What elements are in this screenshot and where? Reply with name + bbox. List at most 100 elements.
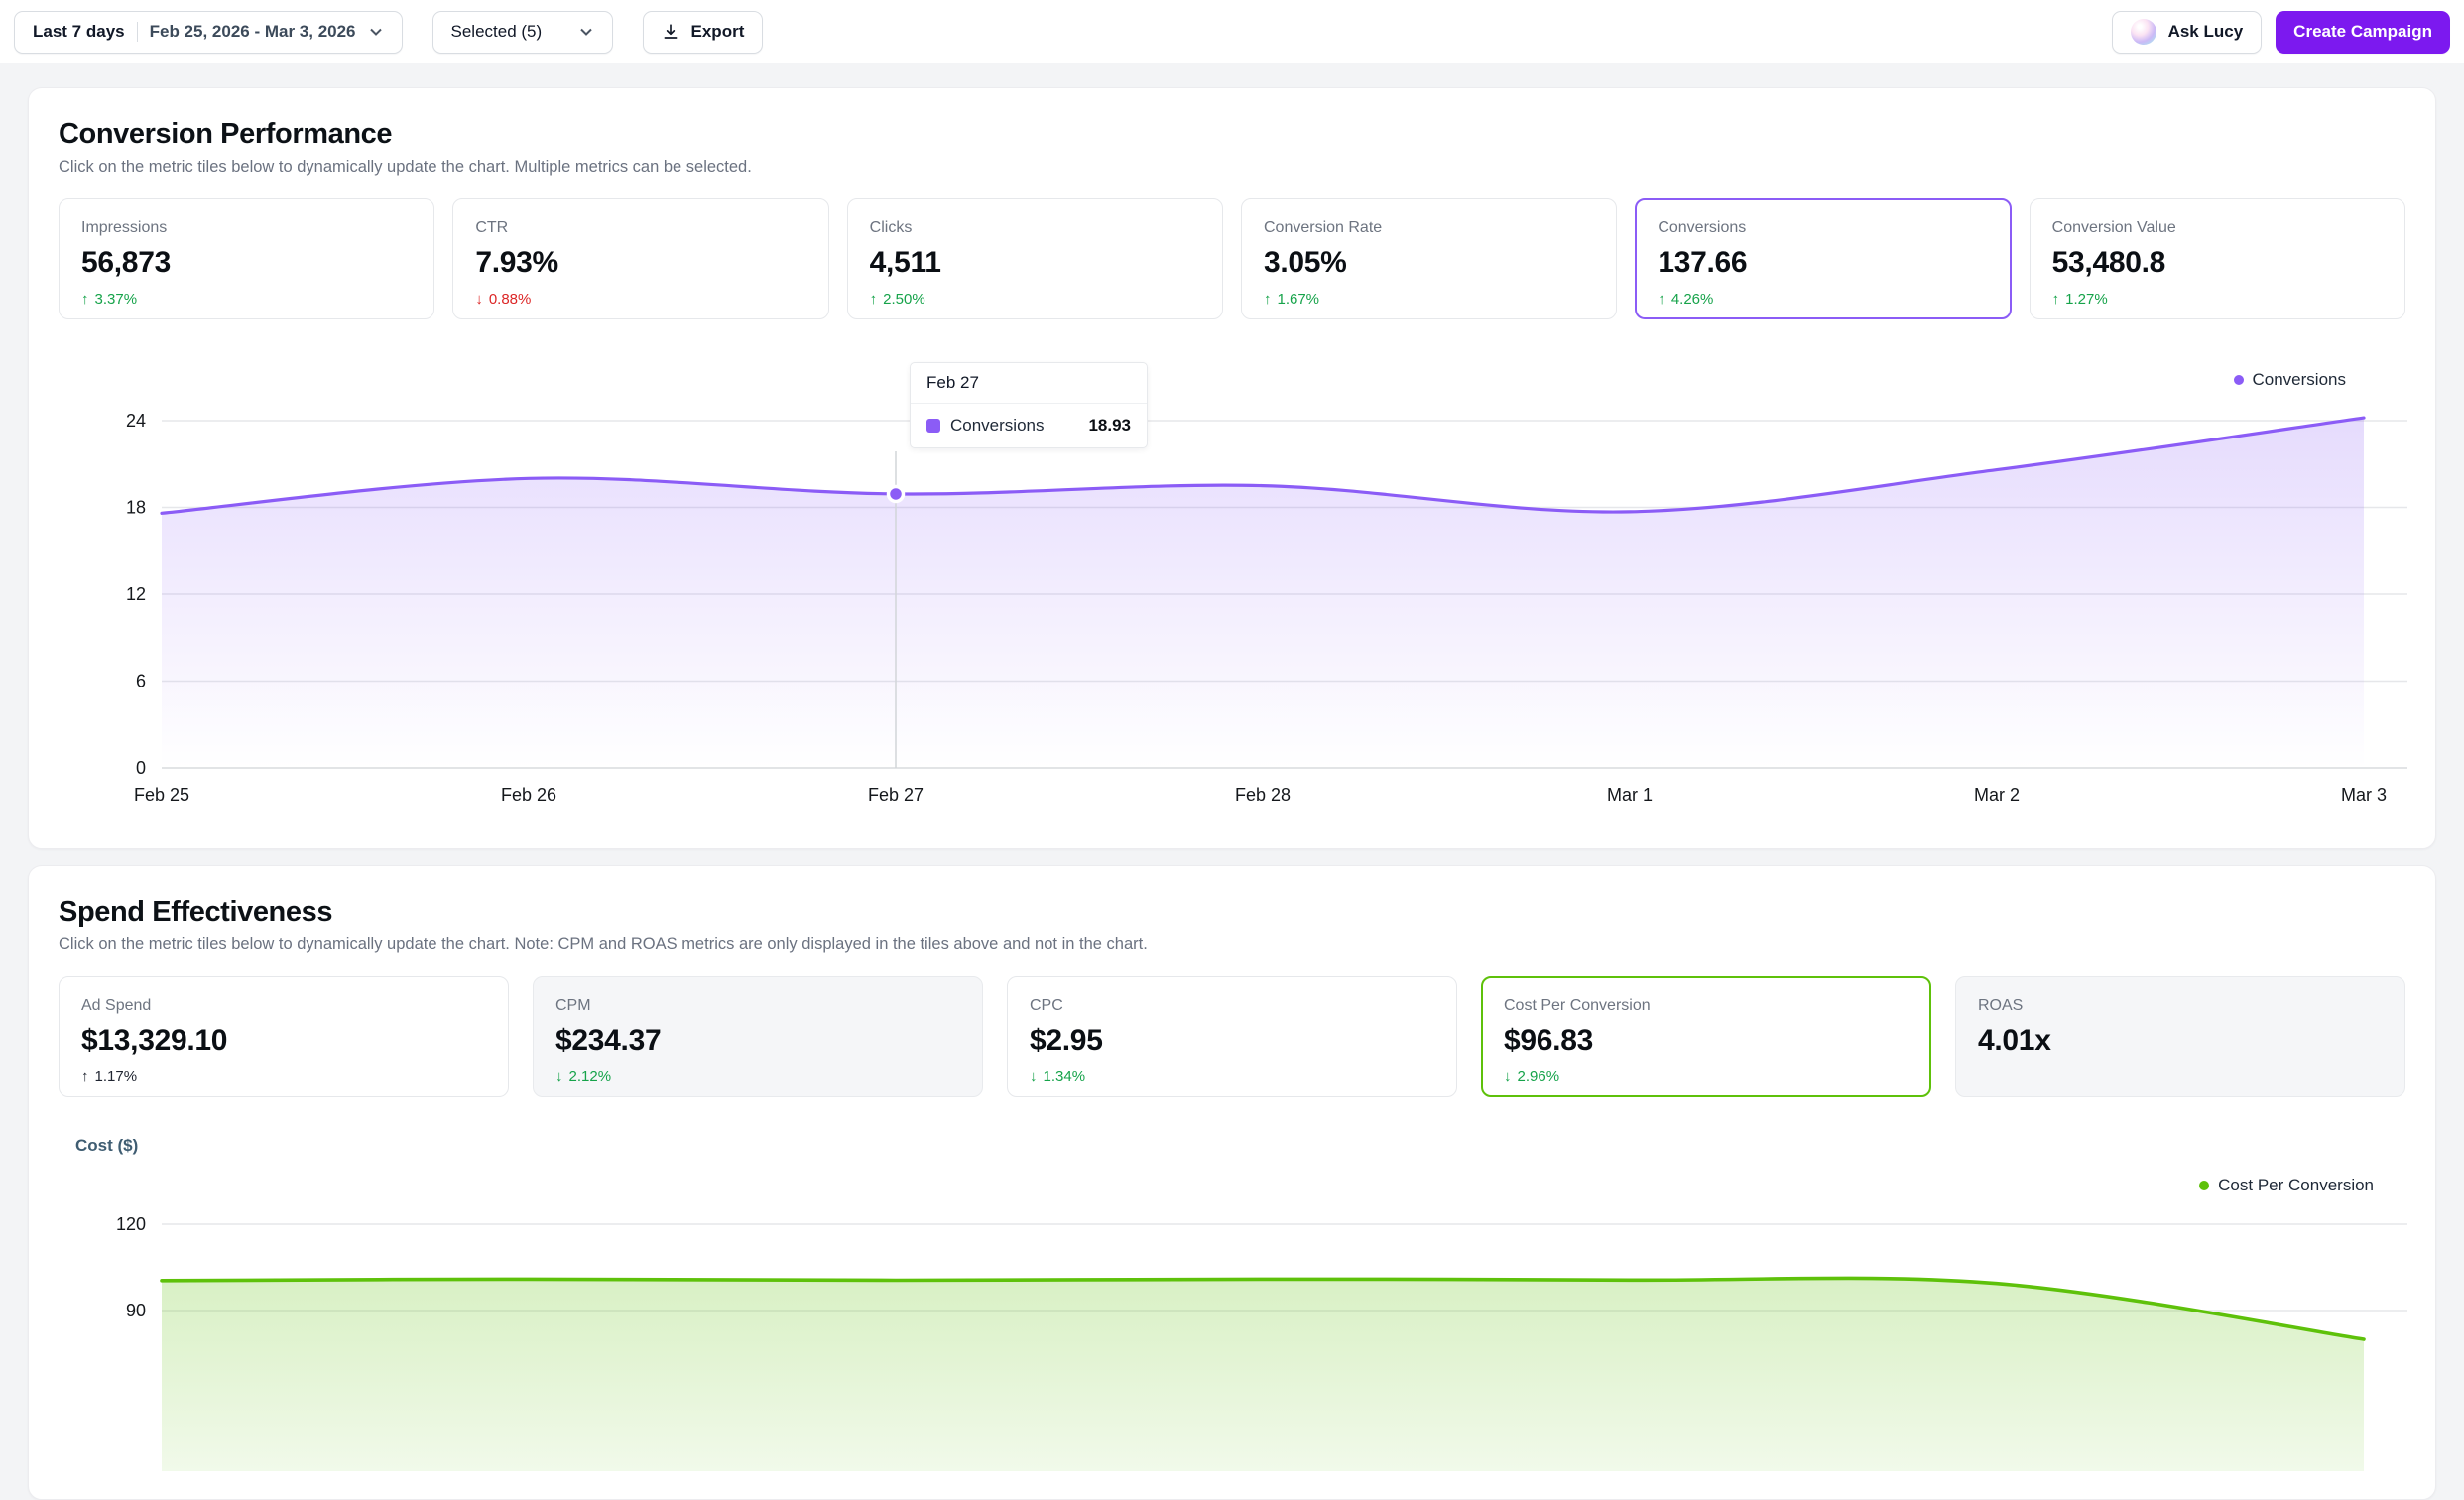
metric-tile-ad-spend[interactable]: Ad Spend $13,329.10 ↑ 1.17% (59, 976, 509, 1097)
metric-tile-cost-per-conversion[interactable]: Cost Per Conversion $96.83 ↓ 2.96% (1481, 976, 1931, 1097)
chart-legend: Conversions (2234, 370, 2347, 390)
y-axis-tick-label: 24 (126, 411, 146, 431)
arrow-up-icon: ↑ (81, 1068, 89, 1085)
tile-label: CPC (1030, 997, 1434, 1015)
metric-tile-clicks[interactable]: Clicks4,511↑2.50% (847, 198, 1223, 319)
tile-delta: ↓2.12% (555, 1068, 960, 1085)
spend-metric-tiles: Ad Spend $13,329.10 ↑ 1.17% CPM $234.37 ↓2.12%… (29, 954, 2435, 1097)
chevron-down-icon (578, 24, 594, 40)
series-area (162, 418, 2364, 768)
tile-value: 53,480.8 (2052, 246, 2383, 280)
legend-label: Conversions (2253, 370, 2347, 390)
hovered-data-point (889, 486, 904, 501)
download-icon (662, 23, 679, 41)
y-axis-tick-label: 120 (116, 1214, 146, 1234)
ask-lucy-button[interactable]: Ask Lucy (2112, 11, 2263, 54)
arrow-up-icon: ↑ (1658, 291, 1665, 308)
metric-tile-roas[interactable]: ROAS 4.01x (1955, 976, 2405, 1097)
tile-delta: ↑ 2.50% (870, 291, 1200, 308)
chart-legend: Cost Per Conversion (2199, 1176, 2374, 1195)
chevron-down-icon (368, 24, 384, 40)
metric-tile-conversion-rate[interactable]: Conversion Rate3.05%↑1.67% (1241, 198, 1617, 319)
spend-section-title: Spend Effectiveness (29, 866, 2435, 929)
tile-delta: ↑ 1.27% (2052, 291, 2383, 308)
delta-value: 2.96% (1518, 1068, 1560, 1085)
metric-tile-conversion-value[interactable]: Conversion Value 53,480.8 ↑ 1.27% (2030, 198, 2405, 319)
x-axis-tick-label: Mar 3 (2341, 785, 2387, 805)
tile-label: Cost Per Conversion (1504, 997, 1909, 1015)
create-campaign-label: Create Campaign (2293, 22, 2432, 42)
selected-metrics-label: Selected (5) (451, 22, 543, 42)
cost-axis-label: Cost ($) (75, 1136, 138, 1156)
cost-per-conversion-chart[interactable]: 120 90 (59, 1193, 2407, 1471)
conversion-section-subtitle: Click on the metric tiles below to dynam… (29, 151, 2435, 177)
series-area (162, 1278, 2364, 1471)
delta-value: 4.26% (1671, 291, 1714, 308)
arrow-up-icon: ↑ (870, 291, 878, 308)
ask-lucy-label: Ask Lucy (2168, 22, 2244, 42)
chart-tooltip: Feb 27 Conversions 18.93 (910, 362, 1148, 448)
tile-label: CTR (475, 219, 805, 237)
x-axis-tick-label: Mar 2 (1974, 785, 2020, 805)
conversion-performance-card: Conversion Performance Click on the metr… (28, 87, 2436, 849)
tile-label: Ad Spend (81, 997, 486, 1015)
x-axis-tick-label: Feb 27 (868, 785, 924, 805)
legend-dot-icon (2234, 375, 2244, 385)
tile-label: CPM (555, 997, 960, 1015)
tooltip-series-value: 18.93 (1088, 416, 1131, 436)
tile-value: 4,511 (870, 246, 1200, 280)
tile-value: 7.93% (475, 246, 805, 280)
tile-delta: ↓ 1.34% (1030, 1068, 1434, 1085)
tile-delta: ↑ 1.17% (81, 1068, 486, 1085)
date-preset-label: Last 7 days (33, 22, 125, 42)
tile-value: 137.66 (1658, 246, 1988, 280)
legend-label: Cost Per Conversion (2218, 1176, 2374, 1195)
metric-tile-conversions[interactable]: Conversions 137.66 ↑ 4.26% (1635, 198, 2011, 319)
arrow-down-icon: ↓ (1504, 1068, 1512, 1085)
conversions-chart[interactable]: Conversions 06121824Feb 25Feb 26Feb 27Fe… (59, 356, 2407, 822)
tile-delta: ↑1.67% (1264, 291, 1594, 308)
y-axis-tick-label: 12 (126, 584, 146, 604)
spend-effectiveness-card: Spend Effectiveness Click on the metric … (28, 865, 2436, 1500)
y-axis-tick-label: 18 (126, 498, 146, 518)
conversions-area-chart: 06121824Feb 25Feb 26Feb 27Feb 28Mar 1Mar… (59, 356, 2407, 822)
tile-label: Impressions (81, 219, 412, 237)
delta-value: 2.50% (883, 291, 925, 308)
y-axis-tick-label: 6 (136, 672, 146, 691)
arrow-down-icon: ↓ (1030, 1068, 1038, 1085)
tile-value: 56,873 (81, 246, 412, 280)
metric-tile-cpc[interactable]: CPC$2.95↓1.34% (1007, 976, 1457, 1097)
delta-value: 0.88% (489, 291, 532, 308)
metric-tile-cpm[interactable]: CPM $234.37 ↓2.12% (533, 976, 983, 1097)
tile-value: 3.05% (1264, 246, 1594, 280)
metric-tile-impressions[interactable]: Impressions56,873↑3.37% (59, 198, 434, 319)
arrow-down-icon: ↓ (475, 291, 483, 308)
export-button[interactable]: Export (643, 11, 764, 54)
selected-metrics-dropdown[interactable]: Selected (5) (432, 11, 613, 54)
date-range-picker[interactable]: Last 7 days Feb 25, 2026 - Mar 3, 2026 (14, 11, 403, 54)
tile-value: $96.83 (1504, 1024, 1909, 1058)
x-axis-tick-label: Feb 26 (501, 785, 556, 805)
cost-area-chart: 120 90 (59, 1193, 2407, 1471)
tooltip-series-name: Conversions (950, 416, 1045, 436)
tooltip-date: Feb 27 (911, 363, 1147, 404)
tile-value: $234.37 (555, 1024, 960, 1058)
x-axis-tick-label: Feb 28 (1235, 785, 1291, 805)
tile-value: $13,329.10 (81, 1024, 486, 1058)
tile-label: Conversions (1658, 219, 1988, 237)
tile-label: ROAS (1978, 997, 2383, 1015)
arrow-down-icon: ↓ (555, 1068, 563, 1085)
spend-section-subtitle: Click on the metric tiles below to dynam… (29, 929, 2435, 954)
y-axis-tick-label: 0 (136, 758, 146, 778)
x-axis-tick-label: Mar 1 (1607, 785, 1653, 805)
delta-value: 1.17% (95, 1068, 138, 1085)
series-swatch-icon (926, 419, 940, 433)
tile-label: Conversion Value (2052, 219, 2383, 237)
delta-value: 1.27% (2065, 291, 2108, 308)
delta-value: 1.34% (1044, 1068, 1086, 1085)
metric-tile-ctr[interactable]: CTR 7.93% ↓ 0.88% (452, 198, 828, 319)
create-campaign-button[interactable]: Create Campaign (2276, 11, 2450, 54)
y-axis-tick-label: 90 (126, 1301, 146, 1320)
arrow-up-icon: ↑ (2052, 291, 2060, 308)
tile-value: 4.01x (1978, 1024, 2383, 1058)
